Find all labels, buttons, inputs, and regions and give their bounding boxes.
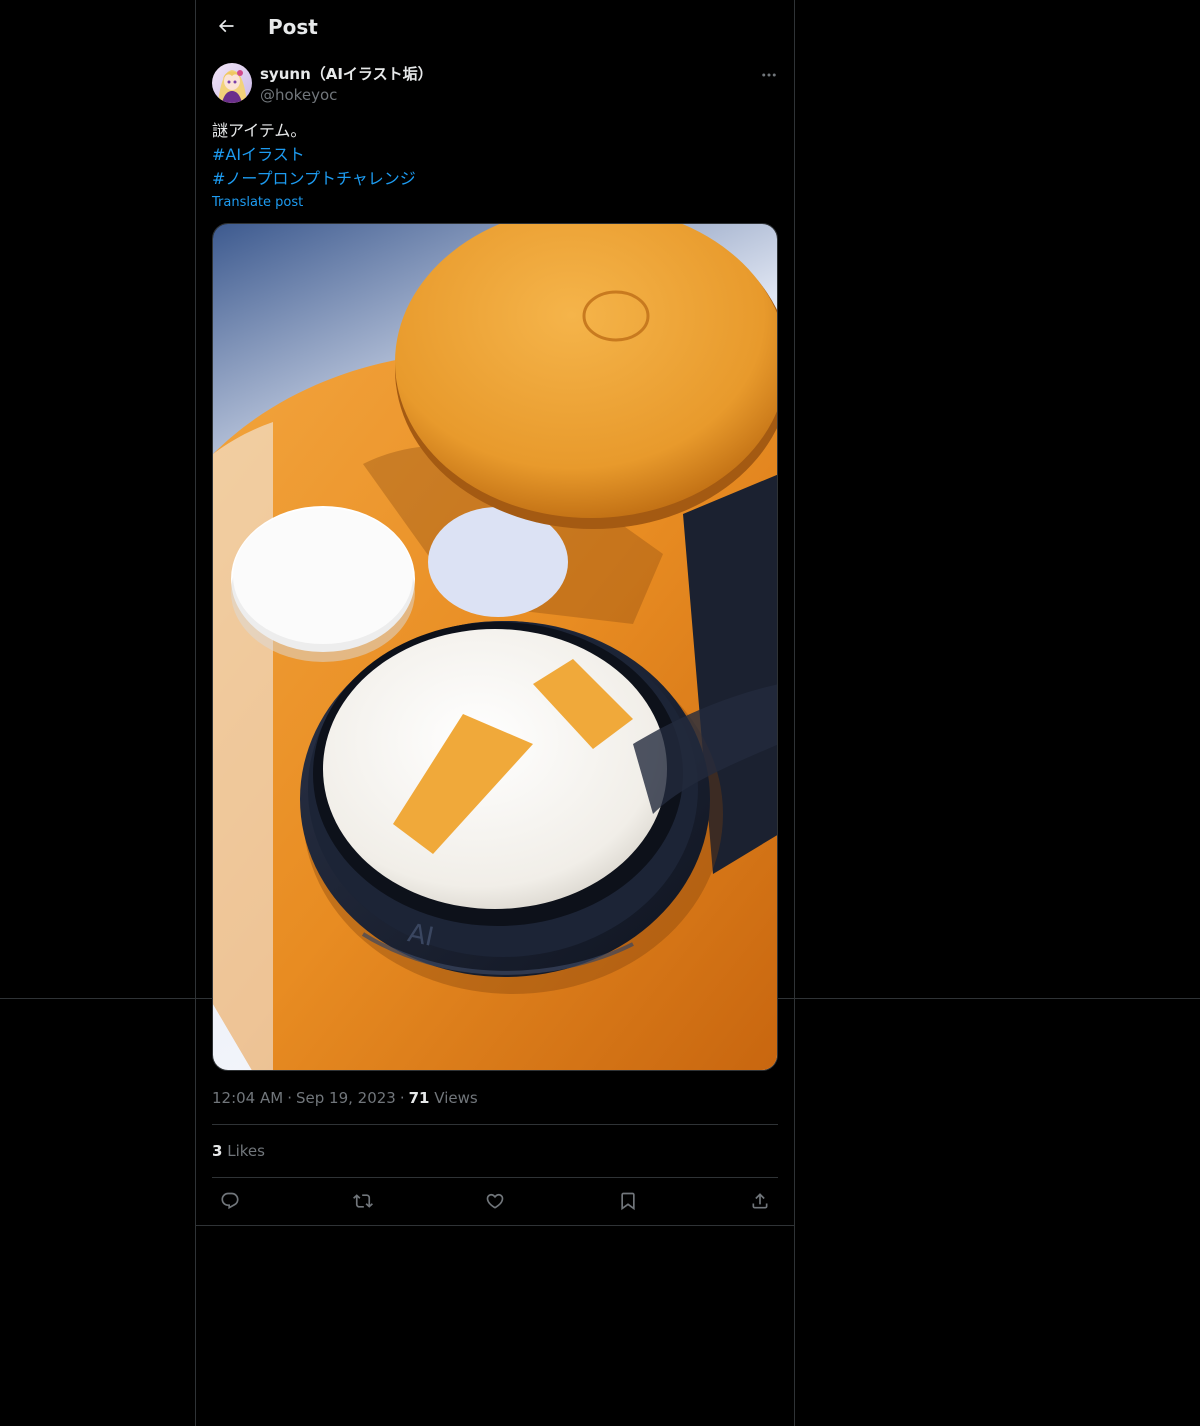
likes-count: 3 — [212, 1142, 223, 1160]
post-date[interactable]: Sep 19, 2023 — [296, 1089, 396, 1107]
more-options-button[interactable] — [752, 62, 786, 88]
author-handle[interactable]: @hokeyoc — [260, 85, 433, 105]
hashtag-link[interactable]: #AIイラスト — [212, 143, 416, 167]
more-horizontal-icon — [762, 73, 776, 77]
divider — [196, 1225, 794, 1226]
post-text: 謎アイテム。 — [212, 121, 307, 140]
divider — [212, 1124, 778, 1125]
avatar[interactable] — [212, 63, 252, 103]
hashtag-link[interactable]: #ノープロンプトチャレンジ — [212, 167, 416, 191]
post-column: Post syunn（AIイラスト垢） @hokeyoc 謎アイテム。 #AIイ… — [195, 0, 795, 1426]
reply-button[interactable] — [212, 1183, 248, 1219]
page-header: Post — [196, 0, 794, 53]
action-bar — [212, 1183, 778, 1219]
meta-separator: · — [399, 1089, 405, 1107]
back-button[interactable] — [208, 8, 244, 44]
share-button[interactable] — [742, 1183, 778, 1219]
repost-icon — [352, 1194, 373, 1208]
views-count: 71 — [408, 1089, 430, 1107]
views-label: Views — [434, 1089, 478, 1107]
page-title: Post — [268, 15, 318, 39]
repost-button[interactable] — [345, 1183, 381, 1219]
author-info: syunn（AIイラスト垢） @hokeyoc — [260, 63, 433, 105]
post-meta: 12:04 AM · Sep 19, 2023 · 71 Views — [212, 1087, 478, 1109]
author-display-name[interactable]: syunn（AIイラスト垢） — [260, 63, 433, 85]
post-image[interactable]: AI — [212, 223, 778, 1071]
meta-separator: · — [287, 1089, 292, 1107]
likes-stat[interactable]: 3 Likes — [212, 1140, 265, 1162]
divider — [212, 1177, 778, 1178]
arrow-left-icon — [218, 19, 234, 33]
heart-icon — [486, 1193, 504, 1209]
translate-post-link[interactable]: Translate post — [212, 194, 303, 212]
share-icon — [752, 1193, 768, 1209]
bookmark-button[interactable] — [610, 1183, 646, 1219]
bookmark-icon — [620, 1192, 635, 1211]
reply-icon — [221, 1192, 239, 1210]
like-button[interactable] — [477, 1183, 513, 1219]
post-time[interactable]: 12:04 AM — [212, 1089, 283, 1107]
post-body: 謎アイテム。 #AIイラスト #ノープロンプトチャレンジ — [212, 119, 416, 191]
likes-label: Likes — [227, 1142, 265, 1160]
